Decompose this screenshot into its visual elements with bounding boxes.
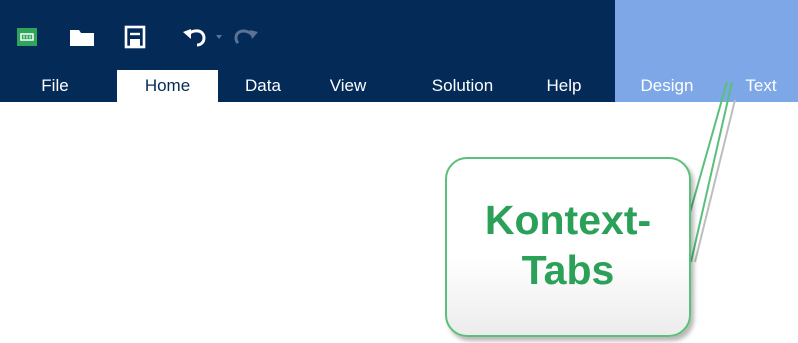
tab-help[interactable]: Help [534, 70, 594, 102]
folder-icon[interactable] [66, 22, 98, 52]
undo-icon[interactable] [180, 22, 210, 52]
save-icon[interactable] [122, 22, 148, 52]
app-window: File Home Data View Solution Help Design… [0, 0, 798, 343]
redo-icon[interactable] [228, 22, 262, 52]
ribbon-bar: File Home Data View Solution Help Design… [0, 0, 798, 102]
tab-design[interactable]: Design [622, 70, 712, 102]
tab-solution[interactable]: Solution [410, 70, 515, 102]
tab-file[interactable]: File [30, 70, 80, 102]
callout-title: Kontext- [484, 197, 652, 243]
tab-view[interactable]: View [318, 70, 378, 102]
quick-access-toolbar [0, 0, 615, 70]
tab-home[interactable]: Home [117, 70, 218, 102]
tab-text[interactable]: Text [735, 70, 787, 102]
callout-subtitle: Tabs [521, 247, 615, 293]
tab-data[interactable]: Data [233, 70, 293, 102]
ribbon-tabs: File Home Data View Solution Help Design… [0, 70, 798, 102]
app-logo-icon[interactable] [14, 22, 40, 52]
callout-box: Kontext- Tabs [445, 157, 691, 337]
chevron-down-icon[interactable] [212, 22, 226, 52]
